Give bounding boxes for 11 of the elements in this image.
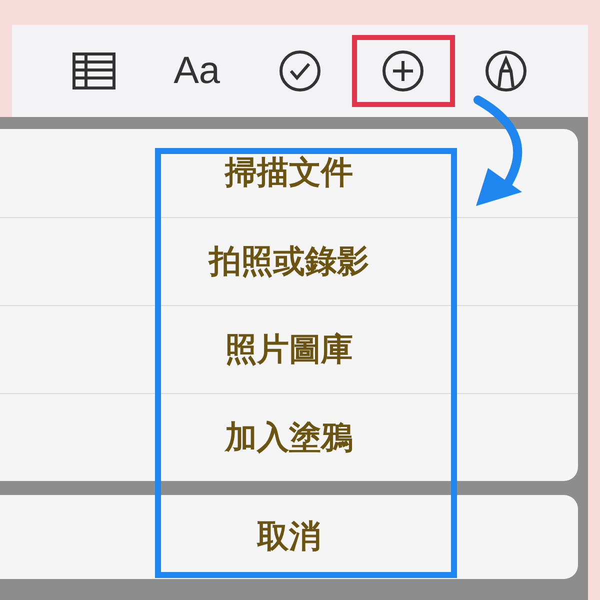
cancel-button[interactable]: 取消 xyxy=(0,495,578,579)
toolbar-button[interactable]: Aa xyxy=(145,35,248,107)
toolbar-button[interactable] xyxy=(352,35,455,107)
plus-circle-icon xyxy=(381,49,426,93)
checkmark-circle-icon xyxy=(278,49,322,93)
pen-circle-icon xyxy=(484,49,528,93)
menu-option[interactable]: 照片圖庫 xyxy=(0,305,578,393)
menu-option[interactable]: 拍照或錄影 xyxy=(0,217,578,305)
menu-option[interactable]: 加入塗鴉 xyxy=(0,393,578,481)
menu-option[interactable]: 掃描文件 xyxy=(0,129,578,217)
table-icon xyxy=(72,52,116,90)
